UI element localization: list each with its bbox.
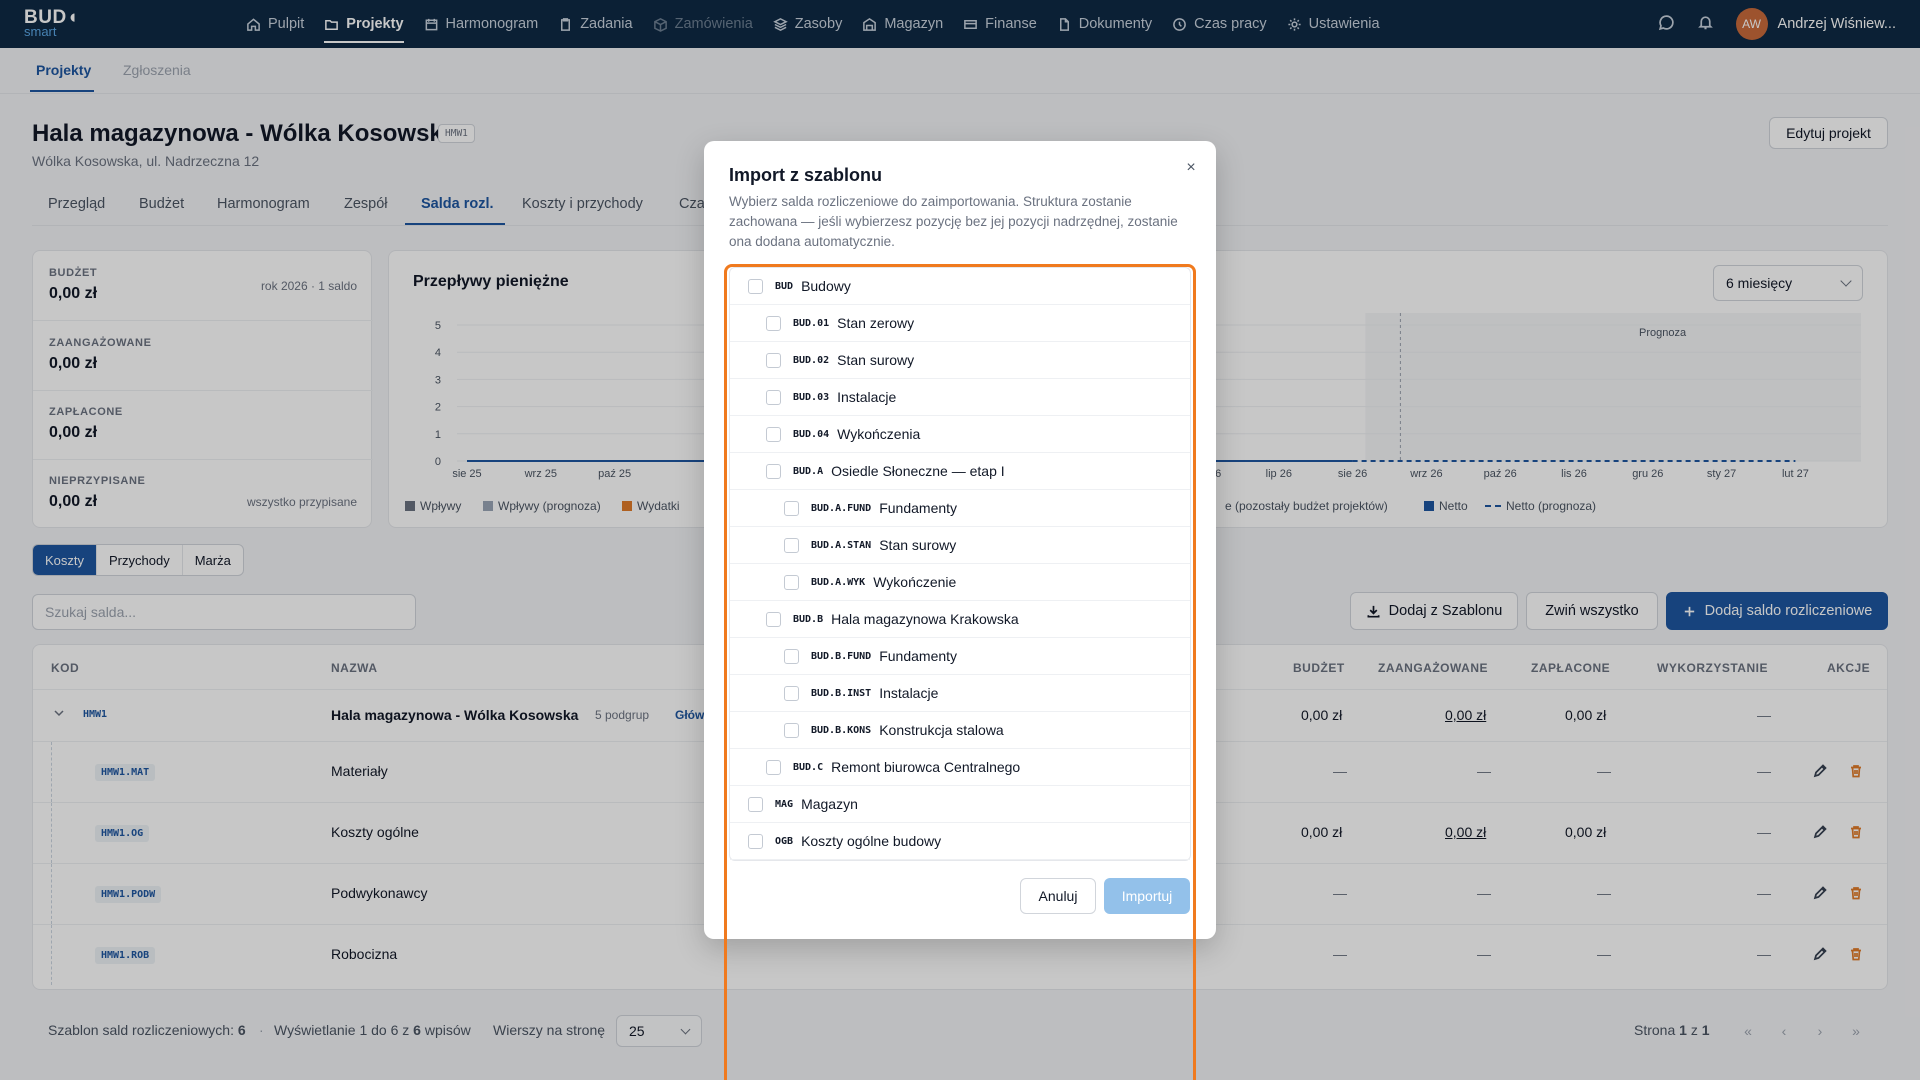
checkbox[interactable]: [748, 833, 763, 849]
checkbox[interactable]: [784, 574, 799, 590]
item-code: BUD.02: [793, 354, 830, 366]
item-name: Fundamenty: [879, 648, 958, 664]
item-name: Konstrukcja stalowa: [879, 722, 1004, 738]
item-name: Instalacje: [837, 389, 897, 405]
item-code: MAG: [775, 798, 794, 810]
checkbox[interactable]: [784, 685, 799, 701]
checkbox[interactable]: [784, 537, 799, 553]
checkbox[interactable]: [766, 611, 781, 627]
item-name: Remont biurowca Centralnego: [831, 759, 1021, 775]
template-item-bud-a-wyk[interactable]: BUD.A.WYK Wykończenie: [730, 564, 1190, 601]
template-item-bud-b-kons[interactable]: BUD.B.KONS Konstrukcja stalowa: [730, 712, 1190, 749]
item-name: Wykończenia: [837, 426, 921, 442]
item-code: BUD.B.FUND: [811, 650, 872, 662]
item-name: Magazyn: [801, 796, 858, 812]
item-code: BUD.03: [793, 391, 830, 403]
checkbox[interactable]: [748, 278, 763, 294]
checkbox[interactable]: [784, 648, 799, 664]
item-code: OGB: [775, 835, 794, 847]
template-item-bud-b-inst[interactable]: BUD.B.INST Instalacje: [730, 675, 1190, 712]
item-name: Osiedle Słoneczne — etap I: [831, 463, 1005, 479]
template-item-bud-01[interactable]: BUD.01 Stan zerowy: [730, 305, 1190, 342]
item-code: BUD.B: [793, 613, 824, 625]
template-item-bud-b-fund[interactable]: BUD.B.FUND Fundamenty: [730, 638, 1190, 675]
item-name: Stan surowy: [879, 537, 957, 553]
checkbox[interactable]: [766, 352, 781, 368]
modal-description: Wybierz salda rozliczeniowe do zaimporto…: [729, 194, 1178, 249]
template-item-bud-a[interactable]: BUD.A Osiedle Słoneczne — etap I: [730, 453, 1190, 490]
template-item-ogb[interactable]: OGB Koszty ogólne budowy: [730, 823, 1190, 860]
template-item-bud-a-stan[interactable]: BUD.A.STAN Stan surowy: [730, 527, 1190, 564]
template-item-bud-a-fund[interactable]: BUD.A.FUND Fundamenty: [730, 490, 1190, 527]
item-name: Stan surowy: [837, 352, 915, 368]
template-item-list: BUD Budowy BUD.01 Stan zerowy BUD.02 Stan sur…: [729, 267, 1191, 861]
checkbox[interactable]: [766, 315, 781, 331]
item-code: BUD.A.WYK: [811, 576, 866, 588]
item-code: BUD.A.FUND: [811, 502, 872, 514]
checkbox[interactable]: [766, 463, 781, 479]
item-name: Koszty ogólne budowy: [801, 833, 942, 849]
template-item-mag[interactable]: MAG Magazyn: [730, 786, 1190, 823]
template-item-bud-b[interactable]: BUD.B Hala magazynowa Krakowska: [730, 601, 1190, 638]
item-name: Budowy: [801, 278, 851, 294]
checkbox[interactable]: [766, 389, 781, 405]
item-code: BUD.01: [793, 317, 830, 329]
template-item-bud-c[interactable]: BUD.C Remont biurowca Centralnego: [730, 749, 1190, 786]
item-name: Stan zerowy: [837, 315, 915, 331]
modal-title: Import z szablonu: [729, 165, 882, 185]
checkbox[interactable]: [748, 796, 763, 812]
item-code: BUD.A: [793, 465, 824, 477]
item-code: BUD.04: [793, 428, 830, 440]
item-name: Wykończenie: [873, 574, 957, 590]
checkbox[interactable]: [766, 759, 781, 775]
template-item-bud-03[interactable]: BUD.03 Instalacje: [730, 379, 1190, 416]
item-name: Instalacje: [879, 685, 939, 701]
item-code: BUD.B.KONS: [811, 724, 872, 736]
item-code: BUD: [775, 280, 794, 292]
item-name: Fundamenty: [879, 500, 958, 516]
template-item-bud-04[interactable]: BUD.04 Wykończenia: [730, 416, 1190, 453]
checkbox[interactable]: [766, 426, 781, 442]
item-name: Hala magazynowa Krakowska: [831, 611, 1019, 627]
item-code: BUD.C: [793, 761, 824, 773]
import-template-modal: Import z szablonu × Wybierz salda rozlic…: [704, 141, 1216, 939]
item-code: BUD.B.INST: [811, 687, 872, 699]
cancel-button[interactable]: Anuluj: [1020, 878, 1096, 914]
checkbox[interactable]: [784, 500, 799, 516]
import-button[interactable]: Importuj: [1104, 878, 1190, 914]
template-item-bud-02[interactable]: BUD.02 Stan surowy: [730, 342, 1190, 379]
item-code: BUD.A.STAN: [811, 539, 872, 551]
template-item-bud[interactable]: BUD Budowy: [730, 268, 1190, 305]
checkbox[interactable]: [784, 722, 799, 738]
close-icon[interactable]: ×: [1182, 159, 1200, 177]
